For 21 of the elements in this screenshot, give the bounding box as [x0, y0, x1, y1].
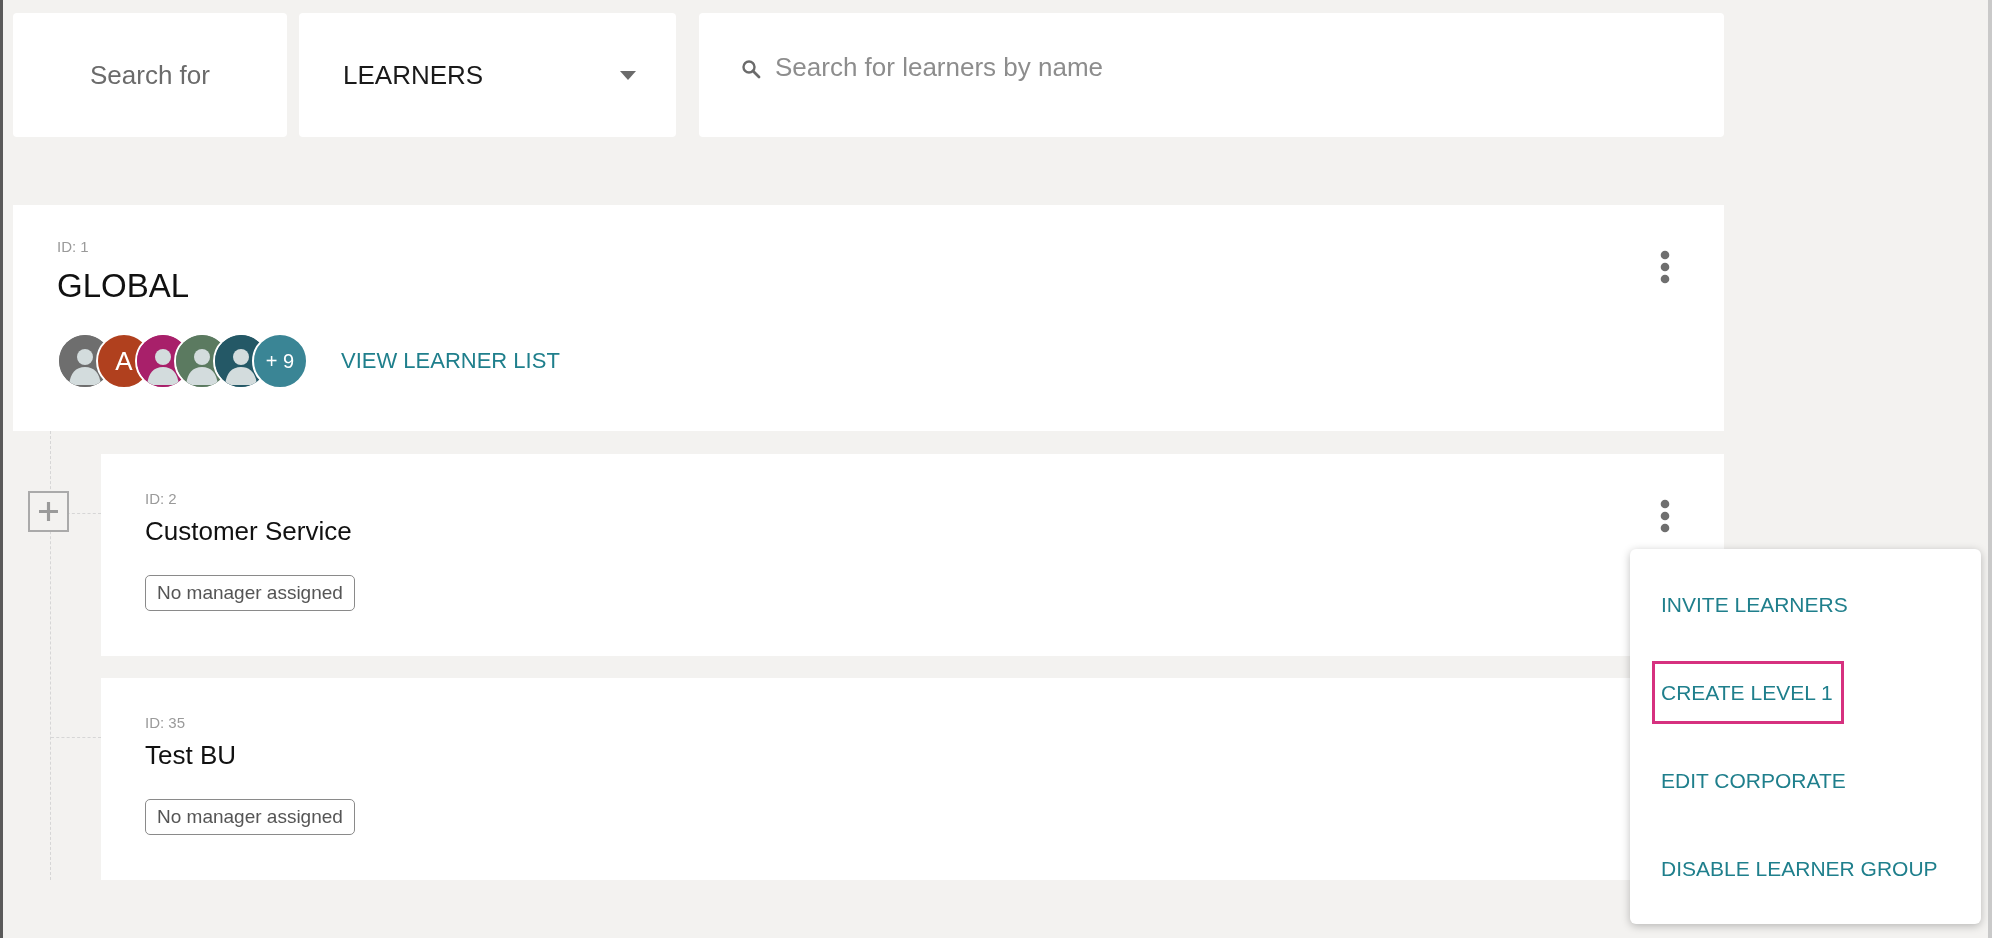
more-options-icon[interactable] [1660, 499, 1670, 533]
search-icon [741, 59, 761, 79]
manager-status-tag: No manager assigned [145, 799, 355, 835]
search-label: Search for [13, 13, 287, 137]
view-learner-list-link[interactable]: VIEW LEARNER LIST [341, 348, 560, 374]
group-name: Test BU [145, 740, 237, 771]
group-name: Customer Service [145, 516, 352, 547]
group-name: GLOBAL [57, 267, 190, 305]
more-options-icon[interactable] [1660, 250, 1670, 284]
group-id: ID: 35 [145, 714, 187, 731]
group-id: ID: 1 [57, 238, 90, 255]
group-id: ID: 2 [145, 490, 178, 507]
type-dropdown[interactable]: LEARNERS [299, 13, 676, 137]
menu-item[interactable]: CREATE LEVEL 1 [1652, 661, 1844, 724]
menu-item[interactable]: DISABLE LEARNER GROUP [1652, 837, 1949, 900]
dropdown-caret-icon [620, 70, 636, 80]
menu-item[interactable]: INVITE LEARNERS [1652, 573, 1859, 636]
menu-item[interactable]: EDIT CORPORATE [1652, 749, 1857, 812]
search-field[interactable]: Search for learners by name [699, 13, 1724, 137]
manager-status-tag: No manager assigned [145, 575, 355, 611]
more-count-badge[interactable]: + 9 [252, 333, 308, 389]
